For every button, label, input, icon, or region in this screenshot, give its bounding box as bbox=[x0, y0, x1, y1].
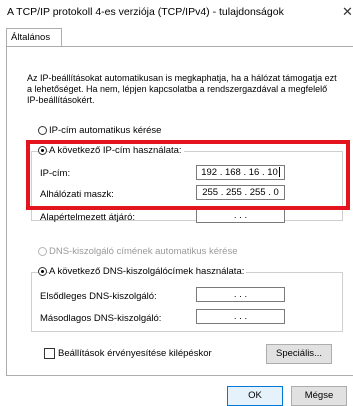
default-gateway-label: Alapértelmezett átjáró: bbox=[40, 212, 136, 223]
advanced-button[interactable]: Speciális... bbox=[266, 344, 332, 364]
window-title: A TCP/IP protokoll 4-es verziója (TCP/IP… bbox=[7, 6, 284, 18]
validate-checkbox[interactable] bbox=[44, 348, 55, 359]
primary-dns-label: Elsődleges DNS-kiszolgáló: bbox=[40, 291, 157, 302]
validate-label[interactable]: Beállítások érvényesítése kilépéskor bbox=[58, 348, 212, 359]
ok-button[interactable]: OK bbox=[227, 386, 283, 406]
cancel-button[interactable]: Mégse bbox=[291, 386, 347, 406]
secondary-dns-label: Másodlagos DNS-kiszolgáló: bbox=[40, 313, 162, 324]
default-gateway-field[interactable]: . . . bbox=[196, 208, 285, 223]
ip-auto-label[interactable]: IP-cím automatikus kérése bbox=[49, 125, 161, 136]
dns-manual-radio[interactable] bbox=[38, 267, 47, 276]
dns-manual-label[interactable]: A következő DNS-kiszolgálócímek használa… bbox=[49, 266, 247, 277]
dns-auto-label[interactable]: DNS-kiszolgáló címének automatikus kérés… bbox=[49, 246, 238, 257]
ip-auto-radio[interactable] bbox=[38, 126, 47, 135]
dns-auto-radio[interactable] bbox=[38, 247, 47, 256]
tab-general[interactable]: Általános bbox=[6, 28, 62, 46]
primary-dns-field[interactable]: . . . bbox=[196, 287, 285, 302]
secondary-dns-field[interactable]: . . . bbox=[196, 309, 285, 324]
highlight-box bbox=[26, 140, 350, 210]
radio-selected-dot bbox=[41, 270, 44, 273]
close-icon[interactable]: ✕ bbox=[342, 4, 353, 20]
intro-text: Az IP-beállításokat automatikusan is meg… bbox=[27, 73, 337, 105]
